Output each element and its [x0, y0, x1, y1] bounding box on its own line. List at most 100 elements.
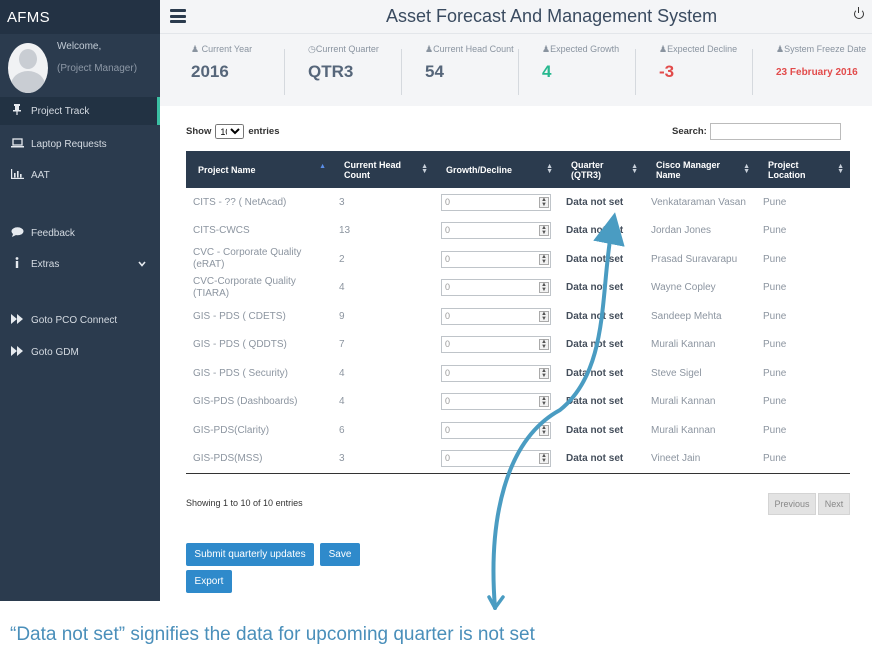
growth-input[interactable]: 0 ▲ ▼: [441, 336, 551, 354]
spinner-icon[interactable]: ▲ ▼: [539, 396, 549, 408]
sort-icon: ▲ ▼: [421, 163, 428, 175]
cell-project-name: GIS - PDS ( QDDTS): [193, 339, 287, 351]
sort-asc-icon: ▲: [319, 163, 326, 170]
clock-icon: ◷: [308, 44, 316, 54]
spinner-icon[interactable]: ▲ ▼: [539, 453, 549, 464]
sidebar-item-label: AAT: [31, 169, 50, 181]
column-header-head-count[interactable]: Current Head Count ▲ ▼: [332, 151, 434, 188]
entries-select[interactable]: 10: [215, 124, 245, 139]
sidebar-item-label: Laptop Requests: [31, 138, 107, 150]
brand-logo[interactable]: AFMS: [0, 0, 160, 34]
spinner-icon[interactable]: ▲ ▼: [539, 225, 549, 237]
spinner-icon[interactable]: ▲ ▼: [539, 310, 549, 322]
cell-head-count: 7: [339, 339, 345, 351]
chevron-down-icon[interactable]: [138, 259, 146, 269]
power-icon[interactable]: [854, 7, 864, 19]
sort-icon: ▲ ▼: [631, 163, 638, 175]
cell-head-count: 9: [339, 310, 345, 322]
column-header-growth-decline[interactable]: Growth/Decline ▲ ▼: [434, 151, 559, 188]
column-header-quarter[interactable]: Quarter (QTR3) ▲ ▼: [559, 151, 644, 188]
table-info: Showing 1 to 10 of 10 entries: [186, 498, 303, 508]
growth-input[interactable]: 0 ▲ ▼: [441, 421, 551, 439]
menu-icon[interactable]: [170, 9, 186, 23]
avatar: [8, 43, 48, 93]
growth-input[interactable]: 0 ▲ ▼: [441, 193, 551, 211]
growth-input[interactable]: 0 ▲ ▼: [441, 250, 551, 268]
cell-location: Pune: [756, 444, 850, 474]
sidebar-item-feedback[interactable]: Feedback: [0, 219, 160, 247]
sidebar-item-goto-gdm[interactable]: Goto GDM: [0, 338, 160, 366]
user-icon: ♟: [776, 44, 785, 54]
sidebar-item-goto-pco-connect[interactable]: Goto PCO Connect: [0, 306, 160, 334]
cell-head-count: 4: [339, 367, 345, 379]
laptop-icon: [7, 137, 27, 151]
cell-location: Pune: [763, 367, 787, 379]
cell-quarter: Data not set: [566, 367, 624, 379]
cell-growth-decline: 0 ▲ ▼: [434, 274, 559, 303]
save-button[interactable]: Save: [320, 543, 360, 566]
project-table: Project Name ▲ Current Head Count ▲ ▼ Growt…: [186, 151, 850, 474]
divider: [284, 49, 285, 95]
stat-label: ♟System Freeze Date: [776, 44, 867, 54]
fast-forward-icon: [7, 313, 27, 327]
cell-quarter: Data not set: [566, 225, 624, 237]
spinner-icon[interactable]: ▲ ▼: [539, 253, 549, 265]
sidebar-item-label: Goto PCO Connect: [31, 314, 118, 326]
divider: [401, 49, 402, 95]
sidebar-item-extras[interactable]: Extras: [0, 250, 160, 278]
cell-manager: Steve Sigel: [651, 367, 702, 379]
column-header-project-name[interactable]: Project Name ▲: [186, 151, 332, 188]
growth-input[interactable]: 0 ▲ ▼: [441, 450, 551, 467]
welcome-text: Welcome,: [57, 41, 102, 52]
sidebar-item-aat[interactable]: AAT: [0, 161, 160, 189]
top-bar: Asset Forecast And Management System: [160, 0, 872, 34]
cell-quarter: Data not set: [559, 444, 644, 474]
show-label: Show: [186, 126, 212, 137]
spinner-icon[interactable]: ▲ ▼: [539, 196, 549, 208]
spinner-icon[interactable]: ▲ ▼: [539, 282, 549, 294]
growth-input[interactable]: 0 ▲ ▼: [441, 307, 551, 325]
stat-value: QTR3: [308, 62, 354, 81]
search-input[interactable]: [710, 123, 841, 140]
sidebar-item-project-track[interactable]: Project Track: [0, 97, 160, 125]
user-icon: ♟: [659, 44, 668, 54]
growth-input[interactable]: 0 ▲ ▼: [441, 393, 551, 411]
divider: [752, 49, 753, 95]
cell-location: Pune: [763, 253, 787, 265]
user-icon: ♟: [191, 44, 202, 54]
growth-input[interactable]: 0 ▲ ▼: [441, 279, 551, 297]
column-header-location[interactable]: Project Location ▲ ▼: [756, 151, 850, 188]
growth-input[interactable]: 0 ▲ ▼: [441, 364, 551, 382]
stat-value: 4: [542, 62, 552, 81]
submit-quarterly-updates-button[interactable]: Submit quarterly updates: [186, 543, 314, 566]
cell-project-name: GIS-PDS (Dashboards): [193, 396, 298, 408]
stats-bar: ♟ Current Year 2016 ◷Current Quarter QTR…: [160, 34, 872, 106]
page-title: Asset Forecast And Management System: [386, 6, 718, 26]
stat-value: 54: [425, 62, 444, 81]
table-row: GIS-PDS (Dashboards) 4 0 ▲ ▼ Data not set Mura…: [186, 388, 850, 417]
next-button[interactable]: Next: [818, 493, 850, 515]
previous-button[interactable]: Previous: [768, 493, 816, 515]
table-row: CITS - ?? ( NetAcad) 3 0 ▲ ▼ Data not set Venk…: [186, 188, 850, 217]
cell-growth-decline: 0 ▲ ▼: [434, 188, 559, 217]
cell-manager: Venkataraman Vasan: [651, 196, 746, 208]
spinner-icon[interactable]: ▲ ▼: [539, 339, 549, 351]
entries-label: entries: [248, 126, 280, 137]
spinner-icon[interactable]: ▲ ▼: [539, 424, 549, 436]
spinner-icon[interactable]: ▲ ▼: [539, 367, 549, 379]
divider: [518, 49, 519, 95]
cell-growth-decline: 0 ▲ ▼: [434, 444, 559, 474]
sidebar-item-laptop-requests[interactable]: Laptop Requests: [0, 130, 160, 158]
sort-icon: ▲ ▼: [743, 163, 750, 175]
export-button[interactable]: Export: [186, 570, 232, 593]
stat-label: ♟Expected Growth: [542, 44, 620, 54]
table-header-row: Project Name ▲ Current Head Count ▲ ▼ Growt…: [186, 151, 850, 188]
growth-input[interactable]: 0 ▲ ▼: [441, 222, 551, 240]
cell-project-name: GIS-PDS(Clarity): [193, 424, 270, 436]
cell-growth-decline: 0 ▲ ▼: [434, 217, 559, 246]
cell-location: Pune: [763, 310, 787, 322]
cell-growth-decline: 0 ▲ ▼: [434, 245, 559, 274]
cell-head-count: 4: [339, 396, 345, 408]
cell-growth-decline: 0 ▲ ▼: [434, 331, 559, 360]
column-header-manager[interactable]: Cisco Manager Name ▲ ▼: [644, 151, 756, 188]
